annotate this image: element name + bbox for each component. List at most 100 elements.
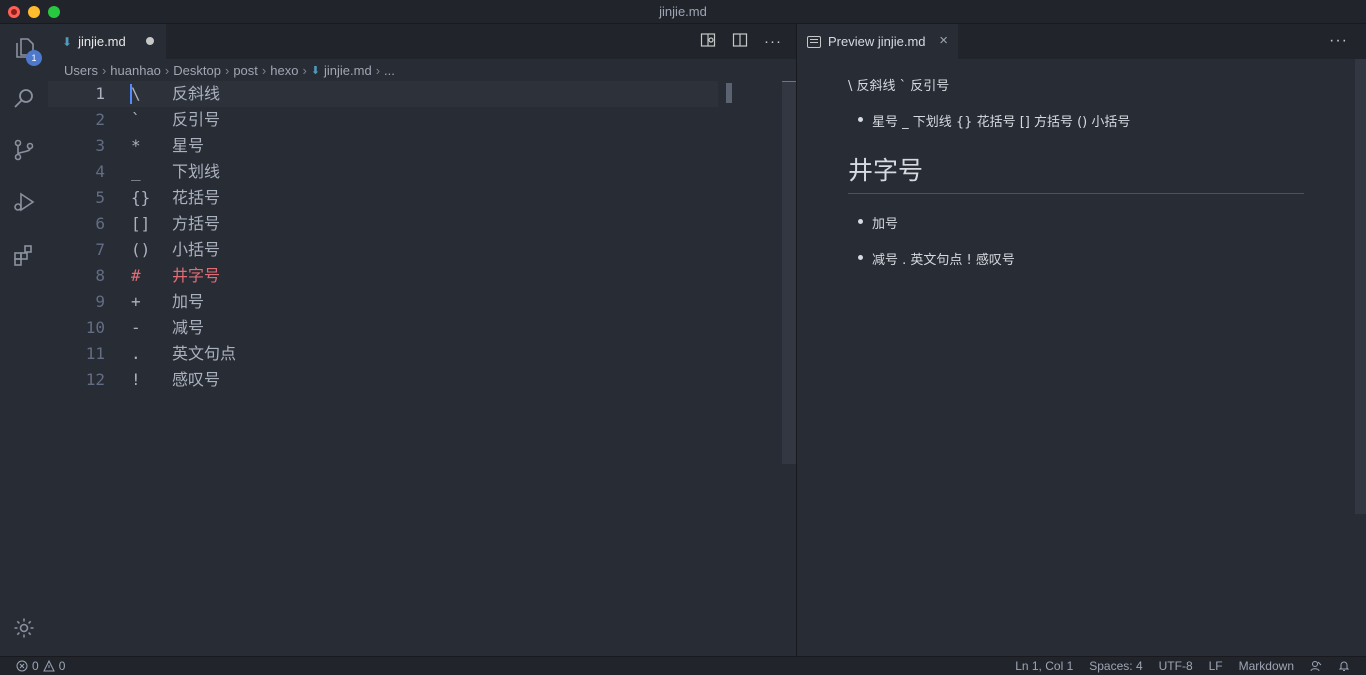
code-line[interactable]: 2 ` 反引号 — [48, 107, 782, 133]
editor-tabs: ⬇ jinjie.md ··· — [48, 24, 796, 59]
run-debug-icon[interactable] — [12, 190, 36, 214]
line-number: 11 — [85, 344, 105, 363]
preview-scrollbar[interactable] — [1355, 59, 1366, 514]
code-symbol: {} — [131, 188, 151, 207]
code-text: 下划线 — [172, 162, 221, 181]
code-line[interactable]: 6 [] 方括号 — [48, 211, 782, 237]
line-number: 2 — [95, 110, 105, 129]
settings-gear-icon[interactable] — [12, 616, 36, 640]
editor-group: ⬇ jinjie.md ··· Users › huanhao › Desktop ›… — [48, 24, 796, 656]
minimap[interactable] — [726, 83, 782, 105]
problems-indicator[interactable]: 0 0 — [16, 659, 65, 673]
line-number: 1 — [95, 84, 105, 103]
code-editor[interactable]: 1 \ 反斜线 2 ` 反引号 3 * 星号 4 _ 下划线 5 {} 花括号 … — [48, 81, 782, 656]
language-mode[interactable]: Markdown — [1239, 659, 1294, 673]
code-line[interactable]: 9 + 加号 — [48, 289, 782, 315]
code-text: 小括号 — [172, 240, 221, 259]
end-of-line[interactable]: LF — [1209, 659, 1223, 673]
code-line-heading[interactable]: 8 # 井字号 — [48, 263, 782, 289]
unsaved-dot-icon[interactable] — [146, 37, 154, 45]
preview-icon — [807, 35, 821, 48]
preview-paragraph: \ 反斜线 ` 反引号 — [848, 79, 950, 94]
search-icon[interactable] — [12, 86, 36, 110]
cursor-position[interactable]: Ln 1, Col 1 — [1015, 659, 1073, 673]
code-text: 英文句点 — [172, 344, 237, 363]
code-line[interactable]: 1 \ 反斜线 — [48, 81, 718, 107]
line-number: 3 — [95, 136, 105, 155]
code-text: 花括号 — [172, 188, 221, 207]
code-symbol: . — [131, 344, 141, 363]
code-line[interactable]: 4 _ 下划线 — [48, 159, 782, 185]
extensions-icon[interactable] — [12, 243, 36, 267]
chevron-right-icon: › — [101, 62, 107, 78]
code-symbol: ! — [131, 370, 141, 389]
more-actions-icon[interactable]: ··· — [764, 33, 782, 50]
chevron-right-icon: › — [164, 62, 170, 78]
scroll-position-marker — [782, 81, 796, 82]
breadcrumb-item[interactable]: Desktop — [173, 63, 221, 78]
code-text: 反斜线 — [172, 84, 221, 103]
close-icon[interactable]: × — [939, 32, 948, 49]
window-title: jinjie.md — [659, 4, 707, 19]
code-line[interactable]: 12 ! 感叹号 — [48, 367, 782, 393]
breadcrumb-item[interactable]: post — [233, 63, 258, 78]
code-text: 反引号 — [172, 110, 221, 129]
warning-icon — [42, 660, 55, 672]
code-symbol: + — [131, 292, 141, 311]
encoding[interactable]: UTF-8 — [1159, 659, 1193, 673]
code-text: 井字号 — [172, 266, 221, 285]
chevron-right-icon: › — [375, 62, 381, 78]
preview-list-item: 星号 _ 下划线 {} 花括号 [] 方括号 () 小括号 — [857, 111, 1130, 130]
preview-heading: 井字号 — [848, 151, 1304, 194]
line-number: 12 — [85, 370, 105, 389]
preview-group: Preview jinjie.md × ··· \ 反斜线 ` 反引号 星号 _… — [797, 24, 1366, 656]
code-line[interactable]: 3 * 星号 — [48, 133, 782, 159]
editor-scrollbar[interactable] — [782, 81, 796, 464]
source-control-icon[interactable] — [12, 138, 36, 162]
code-symbol: # — [131, 266, 141, 285]
code-symbol: * — [131, 136, 141, 155]
status-bar: 0 0 Ln 1, Col 1 Spaces: 4 UTF-8 LF Markd… — [0, 656, 1366, 675]
code-line[interactable]: 11 . 英文句点 — [48, 341, 782, 367]
breadcrumb-item[interactable]: hexo — [270, 63, 298, 78]
explorer-badge: 1 — [26, 50, 42, 66]
code-text: 方括号 — [172, 214, 221, 233]
code-symbol: \ — [131, 84, 141, 103]
explorer-icon[interactable]: 1 — [12, 36, 42, 66]
code-symbol: () — [131, 240, 151, 259]
more-actions-icon[interactable]: ··· — [1329, 32, 1348, 50]
bell-icon[interactable] — [1338, 660, 1350, 672]
breadcrumb: Users › huanhao › Desktop › post › hexo › ⬇ ji… — [48, 59, 796, 81]
line-number: 10 — [85, 318, 105, 337]
warning-count: 0 — [58, 659, 66, 673]
feedback-icon[interactable] — [1310, 660, 1322, 672]
indentation[interactable]: Spaces: 4 — [1089, 659, 1142, 673]
status-right: Ln 1, Col 1 Spaces: 4 UTF-8 LF Markdown — [1015, 659, 1350, 673]
open-preview-side-icon[interactable] — [700, 32, 716, 51]
code-line[interactable]: 5 {} 花括号 — [48, 185, 782, 211]
error-icon — [16, 660, 28, 672]
split-editor-icon[interactable] — [732, 32, 748, 51]
activity-bar: 1 — [0, 24, 48, 656]
preview-tab-label: Preview jinjie.md — [828, 34, 926, 49]
code-line[interactable]: 7 () 小括号 — [48, 237, 782, 263]
error-count: 0 — [32, 659, 39, 673]
chevron-right-icon: › — [224, 62, 230, 78]
line-number: 7 — [95, 240, 105, 259]
breadcrumb-item[interactable]: ... — [384, 63, 395, 78]
line-number: 6 — [95, 214, 105, 233]
code-text: 加号 — [172, 292, 205, 311]
code-line[interactable]: 10 - 减号 — [48, 315, 782, 341]
breadcrumb-item[interactable]: Users — [64, 63, 98, 78]
code-text: 星号 — [172, 136, 205, 155]
breadcrumb-item[interactable]: jinjie.md — [324, 63, 372, 78]
tab-preview[interactable]: Preview jinjie.md × — [797, 24, 958, 59]
title-bar: jinjie.md — [0, 0, 1366, 24]
tab-jinjie-md[interactable]: ⬇ jinjie.md — [48, 24, 166, 59]
markdown-file-icon: ⬇ — [310, 64, 320, 77]
line-number: 9 — [95, 292, 105, 311]
chevron-right-icon: › — [261, 62, 267, 78]
breadcrumb-item[interactable]: huanhao — [110, 63, 161, 78]
editor-actions: ··· — [700, 24, 782, 59]
markdown-file-icon: ⬇ — [62, 34, 73, 49]
